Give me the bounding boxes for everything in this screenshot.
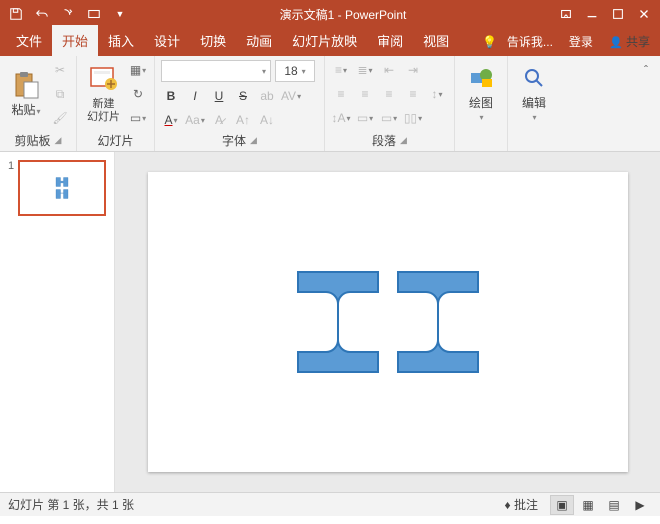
qat-more-icon[interactable]: ▼ [108,2,132,26]
undo-icon[interactable] [30,2,54,26]
cut-icon[interactable]: ✂ [50,60,70,80]
change-case-icon[interactable]: Aa▾ [185,110,205,130]
group-font: ▾ 18▾ B I U S ab AV▾ A▾ Aa▾ A̷ A↑ A↓ 字体 ◢ [155,56,325,151]
font-label: 字体 [222,132,246,149]
status-bar: 幻灯片 第 1 张，共 1 张 ♦ 批注 ▣ ▦ ▤ ▶ [0,492,660,516]
thumb-shape-icon [47,176,77,200]
bold-icon[interactable]: B [161,86,181,106]
align-right-icon[interactable]: ≡ [379,84,399,104]
italic-icon[interactable]: I [185,86,205,106]
thumb-number: 1 [8,160,14,216]
tab-insert[interactable]: 插入 [98,25,144,56]
tab-animation[interactable]: 动画 [236,25,282,56]
group-slides: 新建 幻灯片 ▦▾ ↻ ▭▾ 幻灯片 [77,56,155,151]
dialog-launcher-icon[interactable]: ◢ [400,135,407,146]
ribbon-tabs: 文件 开始 插入 设计 切换 动画 幻灯片放映 审阅 视图 💡 告诉我... 登… [0,28,660,56]
find-icon [518,62,550,94]
redo-icon[interactable] [56,2,80,26]
ribbon-options-icon[interactable] [554,2,578,26]
group-clipboard: 粘贴▾ ✂ ⧉ 🖌 剪贴板 ◢ [0,56,77,151]
layout-icon[interactable]: ▦▾ [128,60,148,80]
tellme-icon: 💡 [482,35,497,49]
indent-dec-icon[interactable]: ⇤ [379,60,399,80]
maximize-icon[interactable] [606,2,630,26]
font-color-icon[interactable]: A▾ [161,110,181,130]
normal-view-icon[interactable]: ▣ [550,495,574,515]
indent-inc-icon[interactable]: ⇥ [403,60,423,80]
tab-transition[interactable]: 切换 [190,25,236,56]
window-controls [554,2,656,26]
draw-button[interactable]: 绘图▾ [461,60,501,126]
copy-icon[interactable]: ⧉ [50,84,70,104]
group-paragraph: ≡▾ ≣▾ ⇤ ⇥ ≡ ≡ ≡ ≡ ↕▾ ↕A▾ ▭▾ ▭▾ ▯▯▾ 段落 ◢ [325,56,455,151]
tab-slideshow[interactable]: 幻灯片放映 [282,25,367,56]
underline-icon[interactable]: U [209,86,229,106]
tab-design[interactable]: 设计 [144,25,190,56]
tab-review[interactable]: 审阅 [367,25,413,56]
slide-canvas[interactable] [148,172,628,472]
slides-label: 幻灯片 [97,132,133,149]
tab-home[interactable]: 开始 [52,25,98,56]
tab-file[interactable]: 文件 [6,25,52,56]
new-slide-button[interactable]: 新建 幻灯片 [83,62,124,126]
font-size-select[interactable]: 18▾ [275,60,315,82]
paste-icon [10,69,42,101]
paragraph-label: 段落 [372,132,396,149]
justify-icon[interactable]: ≡ [403,84,423,104]
align-left-icon[interactable]: ≡ [331,84,351,104]
line-spacing-icon[interactable]: ↕▾ [427,84,447,104]
spacing-icon[interactable]: AV▾ [281,86,301,106]
text-direction-icon[interactable]: ↕A▾ [331,108,351,128]
tab-tellme[interactable]: 告诉我... [501,27,559,56]
thumbnail-panel: 1 [0,152,115,492]
paste-button[interactable]: 粘贴▾ [6,67,46,120]
clipboard-label: 剪贴板 [15,132,51,149]
draw-icon [465,62,497,94]
shadow-icon[interactable]: ab [257,86,277,106]
minimize-icon[interactable] [580,2,604,26]
tab-login[interactable]: 登录 [563,27,599,56]
strike-icon[interactable]: S [233,86,253,106]
view-buttons: ▣ ▦ ▤ ▶ [550,495,652,515]
slide-counter: 幻灯片 第 1 张，共 1 张 [8,496,134,513]
h-shape[interactable] [278,252,498,392]
close-icon[interactable] [632,2,656,26]
sorter-view-icon[interactable]: ▦ [576,495,600,515]
section-icon[interactable]: ▭▾ [128,108,148,128]
dialog-launcher-icon[interactable]: ◢ [250,135,257,146]
new-slide-icon [88,64,120,96]
quick-access-toolbar: ▼ [4,2,132,26]
numbering-icon[interactable]: ≣▾ [355,60,375,80]
bullets-icon[interactable]: ≡▾ [331,60,351,80]
shrink-font-icon[interactable]: A↓ [257,110,277,130]
grow-font-icon[interactable]: A↑ [233,110,253,130]
group-draw: 绘图▾ [455,56,508,151]
start-icon[interactable] [82,2,106,26]
window-title: 演示文稿1 - PowerPoint [132,6,554,23]
tab-share[interactable]: 👤 共享 [603,27,656,56]
format-painter-icon[interactable]: 🖌 [50,108,70,128]
titlebar: ▼ 演示文稿1 - PowerPoint [0,0,660,28]
clear-format-icon[interactable]: A̷ [209,110,229,130]
tab-view[interactable]: 视图 [413,25,459,56]
comments-button[interactable]: ♦ 批注 [505,496,538,513]
collapse-ribbon-icon[interactable]: ˆ [636,60,656,80]
dialog-launcher-icon[interactable]: ◢ [55,135,62,146]
slideshow-view-icon[interactable]: ▶ [628,495,652,515]
reset-icon[interactable]: ↻ [128,84,148,104]
font-family-select[interactable]: ▾ [161,60,271,82]
group-edit: 编辑▾ [508,56,560,151]
slide-thumbnail-1[interactable] [18,160,106,216]
reading-view-icon[interactable]: ▤ [602,495,626,515]
align-center-icon[interactable]: ≡ [355,84,375,104]
slide-editor[interactable] [115,152,660,492]
edit-button[interactable]: 编辑▾ [514,60,554,126]
columns-icon[interactable]: ▯▯▾ [403,108,423,128]
ribbon: 粘贴▾ ✂ ⧉ 🖌 剪贴板 ◢ 新建 幻灯片 ▦▾ ↻ ▭▾ 幻灯片 ▾ 18▾ … [0,56,660,152]
content-area: 1 [0,152,660,492]
smartart-icon[interactable]: ▭▾ [379,108,399,128]
save-icon[interactable] [4,2,28,26]
align-text-icon[interactable]: ▭▾ [355,108,375,128]
